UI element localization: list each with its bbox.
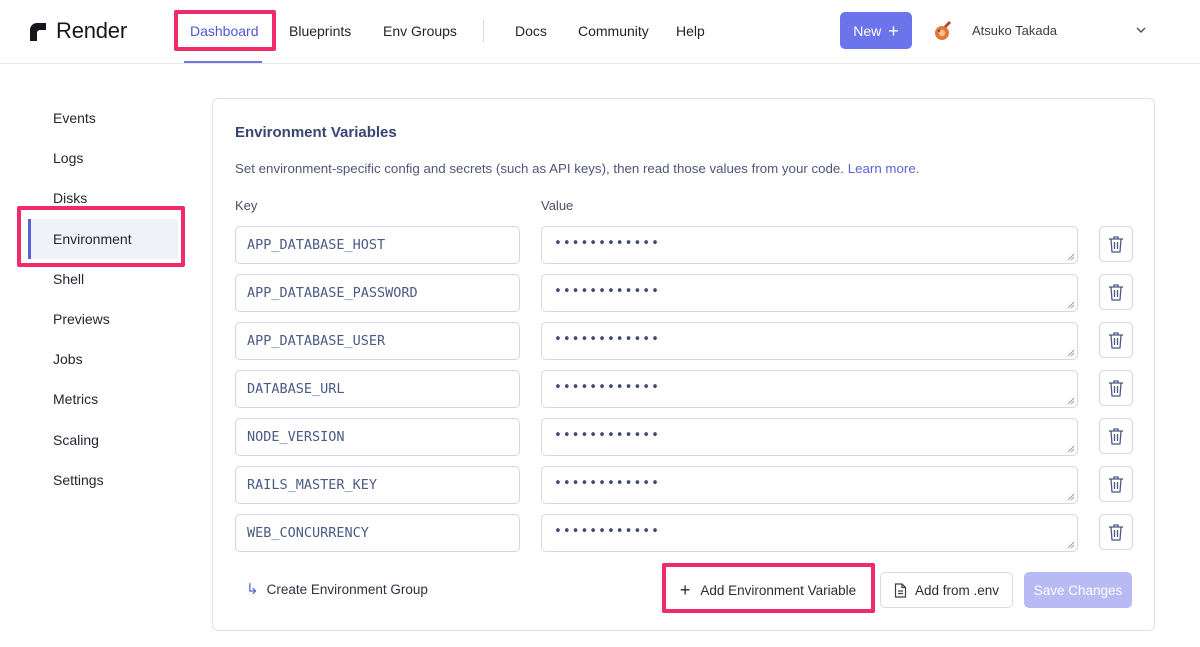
chevron-down-icon[interactable]	[1135, 24, 1147, 36]
plus-icon: +	[888, 20, 899, 41]
nav-divider	[483, 20, 484, 42]
delete-variable-button[interactable]	[1099, 418, 1133, 454]
nav-docs[interactable]: Docs	[515, 21, 547, 41]
nav-dashboard[interactable]: Dashboard	[190, 21, 259, 41]
section-title: Environment Variables	[235, 124, 397, 141]
new-button[interactable]: New +	[840, 12, 912, 49]
sidebar-item-metrics[interactable]: Metrics	[53, 389, 98, 409]
sidebar-item-settings[interactable]: Settings	[53, 470, 104, 490]
add-variable-label: Add Environment Variable	[700, 582, 857, 598]
trash-icon	[1109, 428, 1123, 445]
resize-handle-icon[interactable]	[1067, 253, 1075, 261]
trash-icon	[1109, 476, 1123, 493]
env-value-text: ••••••••••••	[554, 380, 660, 395]
new-button-label: New	[853, 22, 882, 39]
delete-variable-button[interactable]	[1099, 322, 1133, 358]
nav-env-groups[interactable]: Env Groups	[383, 21, 457, 41]
trash-icon	[1109, 524, 1123, 541]
delete-variable-button[interactable]	[1099, 226, 1133, 262]
description-text: Set environment-specific config and secr…	[235, 161, 845, 176]
trash-icon	[1109, 236, 1123, 253]
env-key-input[interactable]: RAILS_MASTER_KEY	[235, 466, 520, 504]
env-value-text: ••••••••••••	[554, 332, 660, 347]
delete-variable-button[interactable]	[1099, 274, 1133, 310]
env-key-input[interactable]: NODE_VERSION	[235, 418, 520, 456]
delete-variable-button[interactable]	[1099, 466, 1133, 502]
nav-help[interactable]: Help	[676, 21, 705, 41]
nav-blueprints[interactable]: Blueprints	[289, 21, 351, 41]
env-value-text: ••••••••••••	[554, 476, 660, 491]
resize-handle-icon[interactable]	[1067, 397, 1075, 405]
top-navigation: Render Dashboard Blueprints Env Groups D…	[0, 0, 1200, 64]
key-column-label: Key	[235, 198, 258, 213]
env-value-input[interactable]: ••••••••••••	[541, 514, 1078, 552]
brand-name: Render	[56, 18, 127, 43]
learn-more-link[interactable]: Learn more.	[848, 161, 920, 176]
file-icon	[894, 582, 907, 598]
value-column-label: Value	[541, 198, 574, 213]
user-name[interactable]: Atsuko Takada	[972, 22, 1057, 40]
sidebar-item-scaling[interactable]: Scaling	[53, 430, 99, 450]
env-value-input[interactable]: ••••••••••••	[541, 322, 1078, 360]
active-tab-indicator	[184, 61, 262, 63]
trash-icon	[1109, 332, 1123, 349]
user-avatar[interactable]	[932, 20, 954, 42]
env-key-input[interactable]: DATABASE_URL	[235, 370, 520, 408]
sidebar-item-jobs[interactable]: Jobs	[53, 349, 83, 369]
render-logo-icon	[30, 23, 46, 41]
env-key-input[interactable]: APP_DATABASE_PASSWORD	[235, 274, 520, 312]
return-arrow-icon: ↳	[246, 581, 259, 598]
env-value-text: ••••••••••••	[554, 284, 660, 299]
env-key-input[interactable]: WEB_CONCURRENCY	[235, 514, 520, 552]
env-value-input[interactable]: ••••••••••••	[541, 370, 1078, 408]
env-value-text: ••••••••••••	[554, 236, 660, 251]
sidebar-item-previews[interactable]: Previews	[53, 309, 110, 329]
sidebar-item-disks[interactable]: Disks	[53, 188, 87, 208]
resize-handle-icon[interactable]	[1067, 541, 1075, 549]
create-group-label: Create Environment Group	[266, 581, 428, 597]
add-environment-variable-button[interactable]: + Add Environment Variable	[666, 571, 870, 609]
env-key-input[interactable]: APP_DATABASE_HOST	[235, 226, 520, 264]
section-description: Set environment-specific config and secr…	[235, 161, 919, 176]
env-value-input[interactable]: ••••••••••••	[541, 226, 1078, 264]
resize-handle-icon[interactable]	[1067, 349, 1075, 357]
env-value-input[interactable]: ••••••••••••	[541, 418, 1078, 456]
nav-community[interactable]: Community	[578, 21, 649, 41]
resize-handle-icon[interactable]	[1067, 445, 1075, 453]
env-value-text: ••••••••••••	[554, 428, 660, 443]
sidebar-item-events[interactable]: Events	[53, 108, 96, 128]
env-key-input[interactable]: APP_DATABASE_USER	[235, 322, 520, 360]
sidebar-item-logs[interactable]: Logs	[53, 148, 83, 168]
create-environment-group-link[interactable]: ↳ Create Environment Group	[246, 580, 428, 598]
trash-icon	[1109, 284, 1123, 301]
save-changes-button[interactable]: Save Changes	[1024, 572, 1132, 608]
add-from-env-label: Add from .env	[914, 582, 1000, 598]
resize-handle-icon[interactable]	[1067, 493, 1075, 501]
trash-icon	[1109, 380, 1123, 397]
env-value-input[interactable]: ••••••••••••	[541, 466, 1078, 504]
env-value-text: ••••••••••••	[554, 524, 660, 539]
add-from-env-button[interactable]: Add from .env	[880, 572, 1013, 608]
env-value-input[interactable]: ••••••••••••	[541, 274, 1078, 312]
plus-icon: +	[679, 580, 691, 600]
delete-variable-button[interactable]	[1099, 514, 1133, 550]
sidebar-item-shell[interactable]: Shell	[53, 269, 84, 289]
render-logo[interactable]: Render	[28, 18, 127, 44]
sidebar-item-environment[interactable]: Environment	[53, 229, 132, 249]
resize-handle-icon[interactable]	[1067, 301, 1075, 309]
delete-variable-button[interactable]	[1099, 370, 1133, 406]
